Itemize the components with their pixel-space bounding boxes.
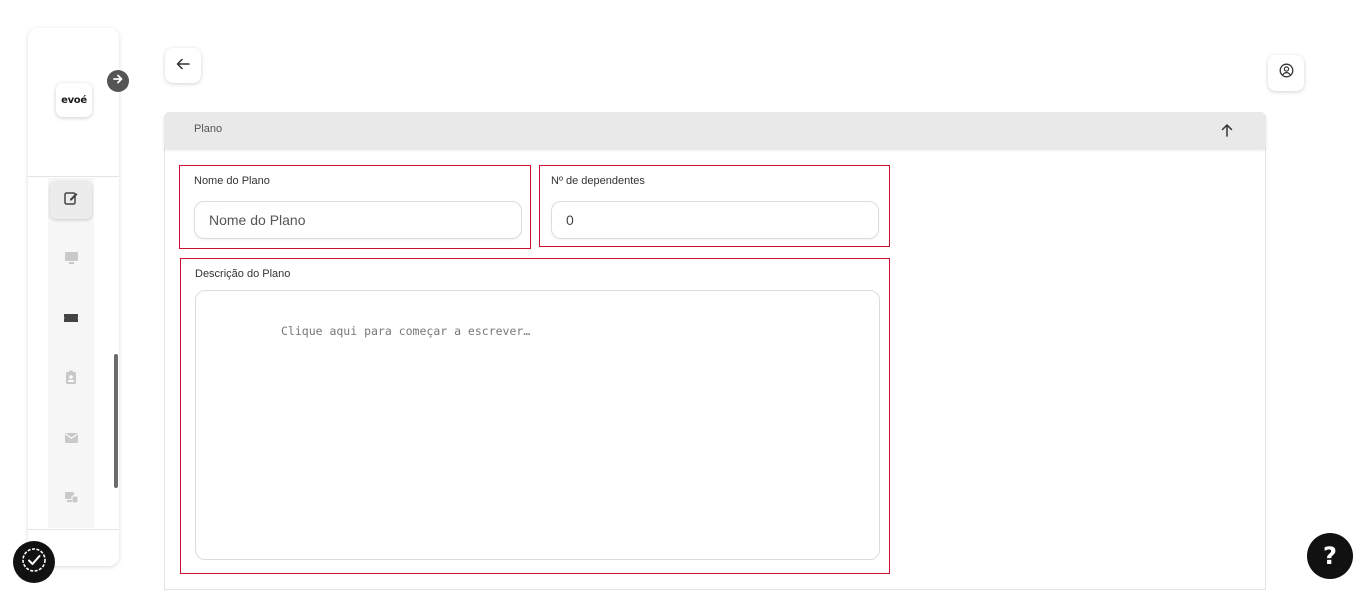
description-editor[interactable]: Clique aqui para começar a escrever… <box>195 290 880 560</box>
sidebar-scrollbar[interactable] <box>114 354 118 488</box>
envelope-icon <box>64 431 79 449</box>
sidebar-item-monitor[interactable] <box>50 241 92 279</box>
dependents-field: Nº de dependentes <box>539 165 890 247</box>
sidebar-menu <box>48 178 94 528</box>
plan-panel: Plano Nome do Plano Nº de dependentes De… <box>164 112 1266 590</box>
sidebar-item-edit[interactable] <box>50 181 92 219</box>
plan-name-label: Nome do Plano <box>194 175 270 187</box>
badge-check-icon <box>20 546 48 579</box>
sidebar-item-ticket[interactable] <box>50 301 92 339</box>
plan-name-field: Nome do Plano <box>179 165 531 249</box>
cookie-consent-button[interactable] <box>13 541 55 583</box>
devices-icon <box>64 491 79 509</box>
help-icon: ? <box>1323 542 1337 570</box>
edit-icon <box>63 190 79 211</box>
panel-title: Plano <box>194 123 223 135</box>
back-button[interactable] <box>165 48 201 83</box>
expand-sidebar-button[interactable] <box>107 70 129 92</box>
monitor-icon <box>64 251 79 270</box>
sidebar-item-badge[interactable] <box>50 361 92 399</box>
id-badge-icon <box>65 370 77 390</box>
ticket-icon <box>63 311 79 329</box>
description-field: Descrição do Plano Clique aqui para come… <box>180 258 890 574</box>
profile-button[interactable] <box>1268 55 1304 91</box>
arrow-up-icon[interactable] <box>1217 120 1237 140</box>
brand-logo[interactable]: evoé <box>56 83 92 117</box>
sidebar-item-mail[interactable] <box>50 421 92 459</box>
sidebar: evoé <box>28 28 129 566</box>
sidebar-item-devices[interactable] <box>50 481 92 519</box>
description-label: Descrição do Plano <box>195 268 291 280</box>
sidebar-divider <box>28 176 119 177</box>
help-button[interactable]: ? <box>1307 533 1353 579</box>
panel-header[interactable]: Plano <box>164 112 1266 148</box>
dependents-label: Nº de dependentes <box>551 175 645 187</box>
arrow-right-circle-icon <box>112 72 124 90</box>
dependents-input[interactable] <box>551 201 879 239</box>
sidebar-divider-bottom <box>28 529 119 530</box>
user-circle-icon <box>1279 63 1294 83</box>
plan-name-input[interactable] <box>194 201 522 239</box>
arrow-left-icon <box>176 57 190 75</box>
editor-placeholder: Clique aqui para começar a escrever… <box>281 324 531 338</box>
